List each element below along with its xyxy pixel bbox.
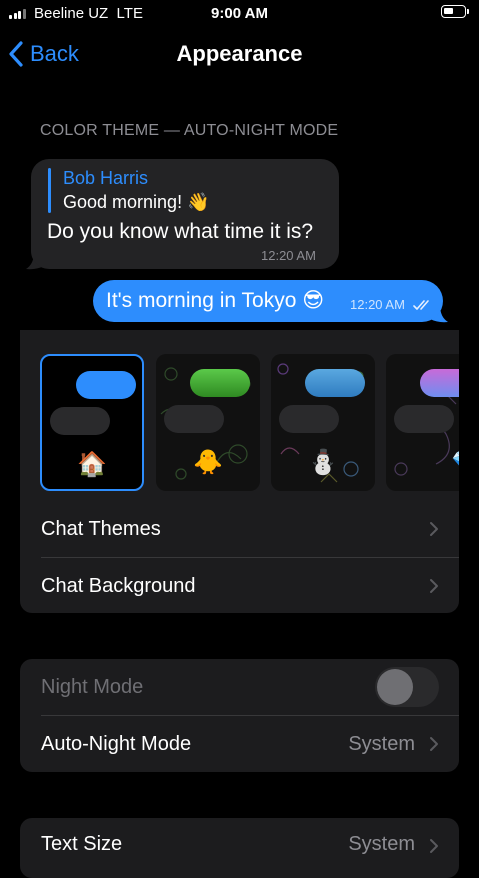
chat-themes-row[interactable]: Chat Themes bbox=[20, 501, 459, 557]
chevron-right-icon bbox=[430, 737, 438, 751]
incoming-message-time: 12:20 AM bbox=[261, 248, 316, 263]
themes-carousel[interactable]: 🏠 🐥 ⛄ bbox=[20, 350, 459, 495]
chevron-right-icon bbox=[430, 579, 438, 593]
chat-background-row[interactable]: Chat Background bbox=[20, 558, 459, 614]
incoming-message-text: Do you know what time it is? bbox=[47, 220, 314, 243]
outgoing-message-text: It's morning in Tokyo 😎 bbox=[106, 289, 325, 312]
chat-themes-label: Chat Themes bbox=[41, 517, 161, 540]
theme-outgoing-bubble bbox=[305, 369, 365, 397]
theme-incoming-bubble bbox=[50, 407, 110, 435]
toggle-knob bbox=[377, 669, 413, 705]
status-time: 9:00 AM bbox=[211, 5, 268, 22]
theme-incoming-bubble bbox=[164, 405, 224, 433]
page-title: Appearance bbox=[176, 41, 303, 66]
auto-night-mode-row[interactable]: Auto-Night Mode System bbox=[20, 716, 459, 772]
theme-emoji: 💎 bbox=[414, 448, 459, 477]
section-header: COLOR THEME — AUTO-NIGHT MODE bbox=[40, 122, 339, 139]
theme-thumbnail-snowman[interactable]: ⛄ bbox=[271, 354, 375, 491]
theme-thumbnail-default[interactable]: 🏠 bbox=[40, 354, 144, 491]
theme-emoji: ⛄ bbox=[308, 449, 338, 476]
theme-thumbnail-chick[interactable]: 🐥 bbox=[156, 354, 260, 491]
status-bar: Beeline UZ LTE 9:00 AM bbox=[0, 0, 479, 28]
chat-background-label: Chat Background bbox=[41, 574, 196, 597]
theme-incoming-bubble bbox=[394, 405, 454, 433]
chevron-right-icon bbox=[430, 522, 438, 536]
auto-night-mode-value: System bbox=[348, 732, 415, 755]
theme-outgoing-bubble bbox=[76, 371, 136, 399]
text-size-value: System bbox=[348, 833, 415, 855]
reply-text: Good morning! 👋 bbox=[63, 192, 210, 212]
theme-thumbnail-diamond[interactable]: 💎 bbox=[386, 354, 459, 491]
night-mode-toggle[interactable] bbox=[375, 667, 439, 707]
night-mode-label: Night Mode bbox=[41, 675, 144, 698]
outgoing-message-time: 12:20 AM bbox=[350, 297, 405, 312]
theme-emoji: 🐥 bbox=[193, 449, 223, 476]
battery-tip bbox=[467, 9, 469, 14]
battery-icon bbox=[441, 5, 466, 18]
theme-outgoing-bubble bbox=[420, 369, 459, 397]
theme-emoji: 🏠 bbox=[77, 451, 107, 478]
auto-night-mode-label: Auto-Night Mode bbox=[41, 732, 192, 755]
theme-outgoing-bubble bbox=[190, 369, 250, 397]
reply-sender-name: Bob Harris bbox=[63, 168, 149, 188]
theme-incoming-bubble bbox=[279, 405, 339, 433]
chevron-right-icon bbox=[430, 839, 438, 853]
reply-bar bbox=[48, 168, 51, 213]
text-size-label: Text Size bbox=[41, 833, 123, 855]
double-check-icon bbox=[413, 300, 429, 310]
text-size-row[interactable]: Text Size System bbox=[20, 818, 459, 874]
